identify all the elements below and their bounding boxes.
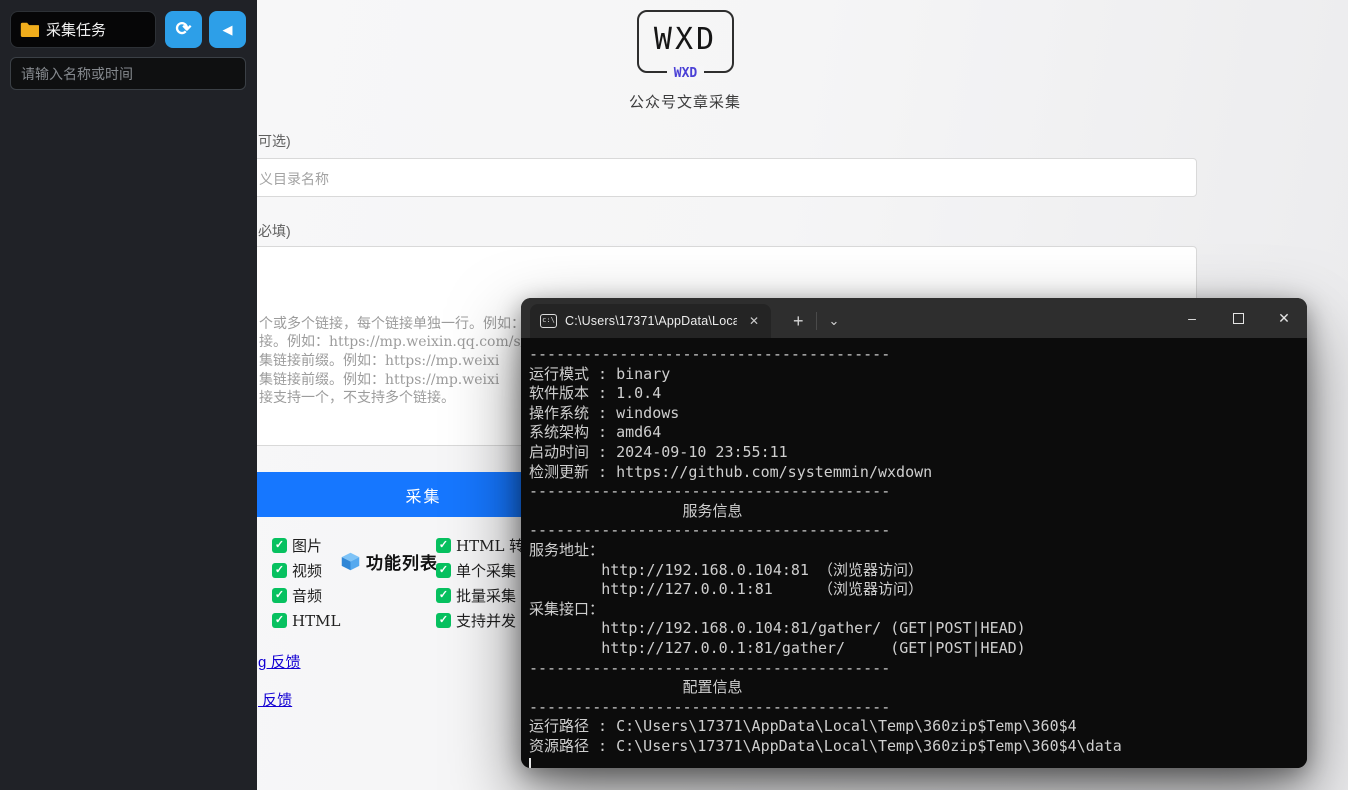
terminal-window: c:\ C:\Users\17371\AppData\Loca ✕ + ⌄ – … [521,298,1307,768]
close-button[interactable]: ✕ [1261,298,1307,338]
feature-label: 支持并发 [456,610,516,631]
refresh-icon: ⟳ [176,18,192,41]
feature-checkbox-item[interactable]: ✓ 图片 [272,533,340,558]
terminal-cursor [529,758,531,768]
refresh-button[interactable]: ⟳ [165,11,202,48]
feature-label: 音频 [292,585,322,606]
directory-input-placeholder: 义目录名称 [259,169,329,189]
tab-close-icon[interactable]: ✕ [745,312,763,330]
sidebar: 采集任务 ⟳ ◀ [0,0,257,790]
logo-caption: WXD [637,64,734,82]
feedback-link-2[interactable]: 反馈 [258,689,292,710]
terminal-output: ----------------------------------------… [529,345,1307,756]
task-header[interactable]: 采集任务 [10,11,156,48]
checkbox-checked-icon: ✓ [436,588,451,603]
feature-label: 视频 [292,560,322,581]
task-header-label: 采集任务 [46,19,106,40]
directory-label: 可选) [258,131,291,151]
maximize-icon [1233,313,1244,324]
logo-text: WXD [654,22,717,61]
feature-label: HTML 转 [456,535,524,556]
tab-dropdown-button[interactable]: ⌄ [821,304,848,338]
checkbox-checked-icon: ✓ [436,538,451,553]
directory-name-input[interactable]: 义目录名称 [100,158,1197,197]
checkbox-checked-icon: ✓ [272,613,287,628]
feature-checkbox-item[interactable]: ✓ 视频 [272,558,340,583]
window-controls: – ✕ [1169,298,1307,338]
checkbox-checked-icon: ✓ [436,563,451,578]
feature-checkbox-item[interactable]: ✓ 音频 [272,583,340,608]
task-search-input[interactable] [10,57,246,90]
feature-label: 图片 [292,535,322,556]
tab-divider [816,312,817,330]
feature-column-media: ✓ 图片 ✓ 视频 ✓ 音频 ✓ HTML [272,533,340,633]
page-title: 公众号文章采集 [560,91,810,112]
maximize-button[interactable] [1215,298,1261,338]
minimize-button[interactable]: – [1169,298,1215,338]
checkbox-checked-icon: ✓ [436,613,451,628]
feature-list-heading: 功能列表 [340,549,438,574]
console-icon: c:\ [540,314,557,328]
feedback-link-1[interactable]: g 反馈 [258,651,301,672]
checkbox-checked-icon: ✓ [272,563,287,578]
feature-label: 单个采集 [456,560,516,581]
checkbox-checked-icon: ✓ [272,538,287,553]
collapse-button[interactable]: ◀ [209,11,246,48]
terminal-tab-title: C:\Users\17371\AppData\Loca [565,314,737,328]
feature-list-title: 功能列表 [366,549,438,574]
folder-icon [20,22,39,37]
feature-label: 批量采集 [456,585,516,606]
feature-checkbox-item[interactable]: ✓ HTML [272,608,340,633]
terminal-body[interactable]: ----------------------------------------… [521,338,1307,768]
links-label: 必填) [258,221,291,241]
feature-label: HTML [292,612,340,630]
cube-icon [340,551,361,572]
back-triangle-icon: ◀ [223,22,233,38]
terminal-tab[interactable]: c:\ C:\Users\17371\AppData\Loca ✕ [530,304,771,338]
checkbox-checked-icon: ✓ [272,588,287,603]
terminal-titlebar[interactable]: c:\ C:\Users\17371\AppData\Loca ✕ + ⌄ – … [521,298,1307,338]
new-tab-button[interactable]: + [785,304,812,338]
